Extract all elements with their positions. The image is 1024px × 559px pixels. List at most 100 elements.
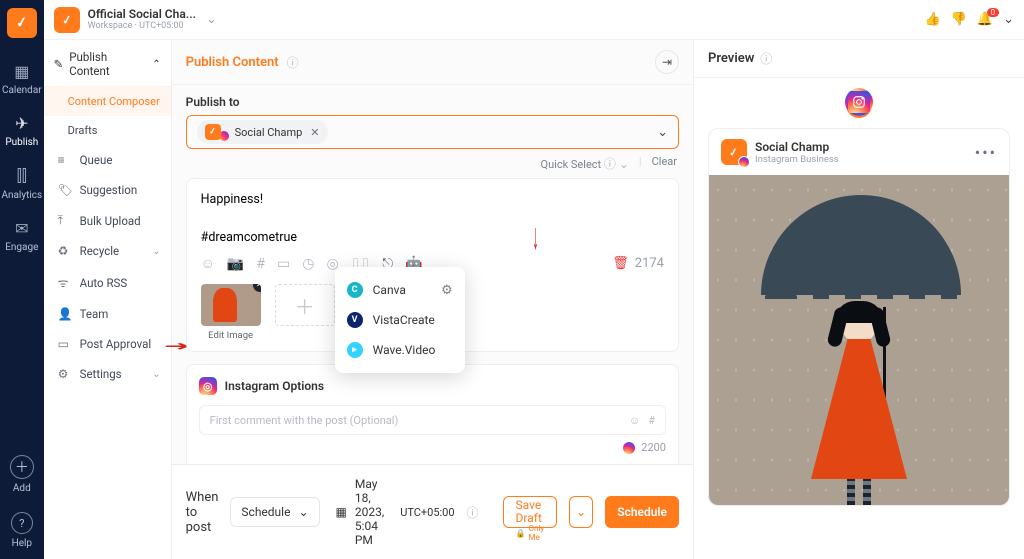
instagram-dot-icon <box>623 442 635 454</box>
main-title: Publish Content <box>186 55 279 70</box>
when-to-post-label: When to post <box>186 490 219 535</box>
list-icon: ≡ <box>58 153 72 167</box>
chevron-down-icon[interactable]: ⌄ <box>657 125 668 140</box>
footer: When to post Schedule⌄ ▦May 18, 2023, 5:… <box>172 464 693 559</box>
collapse-button[interactable]: ⇥ <box>655 50 679 74</box>
upload-icon: ⤒ <box>58 213 72 228</box>
more-icon[interactable]: ••• <box>975 143 997 162</box>
preview-title: Preview <box>708 51 754 66</box>
nav-queue[interactable]: ≡Queue <box>44 145 171 175</box>
app-logo[interactable] <box>7 8 37 38</box>
chevron-down-icon: ⌄ <box>152 246 160 257</box>
preview-avatar <box>721 139 747 165</box>
document-icon[interactable]: ▭ <box>277 256 290 272</box>
rail-publish-label: Publish <box>5 137 38 148</box>
rail-analytics-label: Analytics <box>1 190 42 201</box>
account-chip[interactable]: Social Champ ✕ <box>197 120 328 144</box>
rail-add-label: Add <box>13 483 31 494</box>
nav-rss[interactable]: ᯤAuto RSS <box>44 266 171 299</box>
char-count: 2174 <box>635 256 664 271</box>
camera-icon[interactable]: 📷 <box>227 256 244 272</box>
nav-suggestion[interactable]: 🏷Suggestion <box>44 175 171 205</box>
media-thumb[interactable]: ✕ Edit Image <box>201 284 261 341</box>
publish-to-label: Publish to <box>186 95 679 109</box>
schedule-mode-select[interactable]: Schedule⌄ <box>230 497 319 527</box>
quick-select[interactable]: Quick Select ⓘ ⌄ <box>541 155 629 172</box>
hashtag-icon[interactable]: # <box>648 414 655 427</box>
lock-icon: 🔒 <box>516 530 526 539</box>
trash-icon[interactable]: 🗑 <box>612 256 629 271</box>
schedule-button[interactable]: Schedule <box>605 496 679 528</box>
clock-icon[interactable]: ◷ <box>302 256 314 272</box>
emoji-icon[interactable]: ☺ <box>201 255 215 272</box>
add-media-button[interactable]: ＋ <box>275 284 335 326</box>
info-icon[interactable]: ⓘ <box>467 504 479 521</box>
preview-platform-instagram[interactable] <box>845 88 873 116</box>
workspace-name: Official Social Cha... <box>88 8 196 21</box>
composer: ↓ Happiness! #dreamcometrue ☺ 📷 # ▭ ◷ ◎ … <box>186 178 679 352</box>
nav-group-label: Publish Content <box>69 50 146 78</box>
profile-chevron-icon[interactable]: ⌄ <box>1003 12 1014 27</box>
popup-canva[interactable]: CCanva⚙ <box>335 275 465 305</box>
workspace-sub: Workspace · UTC+05:00 <box>88 21 196 31</box>
timezone: UTC+05:00 <box>400 506 454 519</box>
date-field[interactable]: ▦May 18, 2023, 5:04 PM <box>332 477 389 547</box>
rail-analytics[interactable]: ⫿⫿Analytics <box>1 166 42 201</box>
thumbs-down-icon[interactable]: 👎 <box>951 12 967 27</box>
first-comment-input[interactable]: First comment with the post (Optional) ☺… <box>199 405 666 435</box>
popup-vista[interactable]: VVistaCreate <box>335 305 465 335</box>
nav-team[interactable]: 👤Team <box>44 299 171 329</box>
chevron-down-icon: ⌄ <box>152 369 160 380</box>
side-nav: ✎ Publish Content ⌃ Content Composer Dra… <box>44 40 172 559</box>
nav-bulk[interactable]: ⤒Bulk Upload <box>44 205 171 236</box>
preview-account-name: Social Champ <box>755 140 839 154</box>
workspace-chevron-icon[interactable]: ⌄ <box>206 12 217 27</box>
nav-approval[interactable]: ▭Post Approval <box>44 329 171 359</box>
preview-column: Preview ⓘ Social Champ Instagram Busines… <box>694 40 1024 559</box>
hashtag-icon[interactable]: # <box>256 256 265 272</box>
main-column: ➜ Publish Content ⓘ ⇥ Publish to Social … <box>172 40 694 559</box>
preview-card: Social Champ Instagram Business ••• <box>708 128 1010 506</box>
recycle-icon: ♻ <box>58 244 72 258</box>
icon-rail: ▦Calendar ✈Publish ⫿⫿Analytics ✉Engage ＋… <box>0 0 44 559</box>
remove-account-icon[interactable]: ✕ <box>310 126 319 139</box>
account-avatar <box>205 124 221 140</box>
rail-engage[interactable]: ✉Engage <box>5 219 38 253</box>
rail-help[interactable]: ?Help <box>11 512 33 549</box>
preview-image <box>709 175 1009 505</box>
clear-button[interactable]: Clear <box>652 155 677 172</box>
account-name: Social Champ <box>235 126 303 139</box>
rail-publish[interactable]: ✈Publish <box>5 114 38 148</box>
preview-account-sub: Instagram Business <box>755 154 839 165</box>
save-draft-chevron[interactable]: ⌄ <box>569 496 593 528</box>
nav-recycle[interactable]: ♻Recycle⌄ <box>44 236 171 266</box>
save-draft-button[interactable]: Save Draft 🔒Only Me <box>503 496 558 528</box>
info-icon[interactable]: ⓘ <box>287 54 299 71</box>
rail-calendar-label: Calendar <box>2 85 42 96</box>
nav-composer[interactable]: Content Composer <box>44 87 171 116</box>
gear-icon[interactable]: ⚙ <box>441 283 453 298</box>
emoji-icon[interactable]: ☺ <box>629 414 640 427</box>
rail-add[interactable]: ＋Add <box>10 455 34 494</box>
remove-media-icon[interactable]: ✕ <box>253 284 261 292</box>
nav-settings[interactable]: ⚙Settings⌄ <box>44 359 171 389</box>
rail-calendar[interactable]: ▦Calendar <box>2 62 42 96</box>
first-comment-count: 2200 <box>641 441 666 454</box>
chevron-down-icon: ⌄ <box>298 505 308 519</box>
publish-to-select[interactable]: Social Champ ✕ ⌄ <box>186 115 679 149</box>
post-text-input[interactable]: Happiness! #dreamcometrue <box>201 191 664 247</box>
user-icon: 👤 <box>58 307 72 321</box>
gear-icon: ⚙ <box>58 367 72 381</box>
bell-icon[interactable]: 🔔0 <box>977 12 993 27</box>
integrations-popup: CCanva⚙ VVistaCreate ▸Wave.Video <box>335 267 465 373</box>
popup-wave[interactable]: ▸Wave.Video <box>335 335 465 365</box>
rail-help-label: Help <box>12 538 32 549</box>
info-icon[interactable]: ⓘ <box>760 50 772 67</box>
nav-group-publish[interactable]: ✎ Publish Content ⌃ <box>44 40 171 87</box>
rss-icon: ᯤ <box>58 274 72 291</box>
calendar-icon: ▦ <box>336 505 347 519</box>
edit-image-button[interactable]: Edit Image <box>201 330 261 341</box>
thumbs-up-icon[interactable]: 👍 <box>925 12 941 27</box>
nav-drafts[interactable]: Drafts <box>44 116 171 145</box>
workspace-badge[interactable] <box>54 7 80 33</box>
